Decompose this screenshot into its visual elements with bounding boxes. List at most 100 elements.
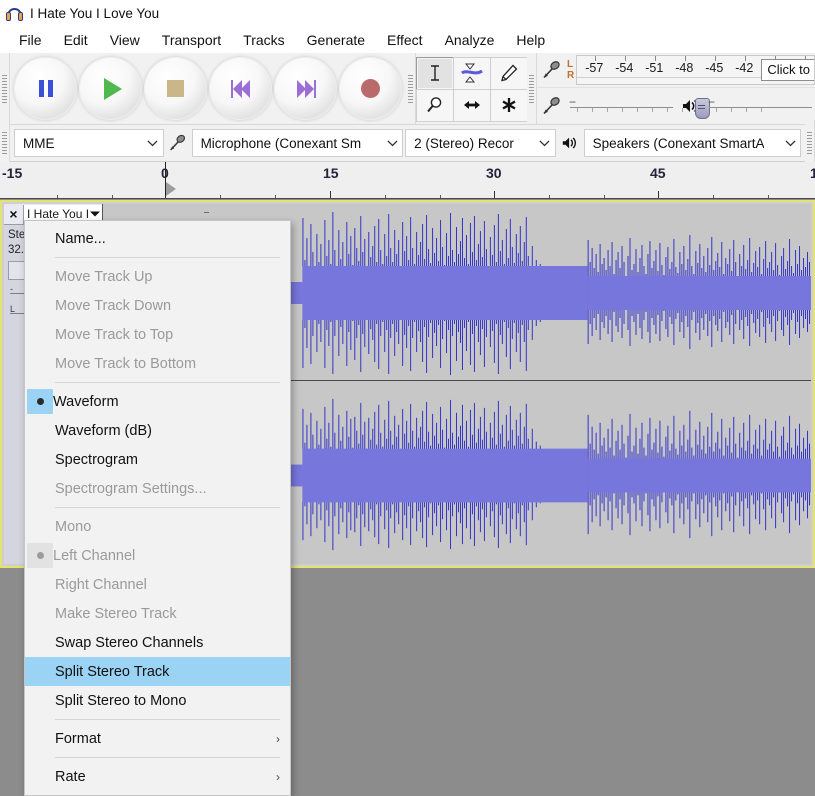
recording-meter-toolbar[interactable]: L R -57 -54 -51 -48 -45 -42 -3 Cl	[537, 53, 815, 88]
menu-item-move-track-up[interactable]: Move Track Up	[25, 262, 290, 291]
pause-button[interactable]	[14, 57, 77, 120]
playback-volume-slider[interactable]: −	[706, 95, 815, 117]
meter-scale-value: -42	[735, 61, 754, 75]
menu-marker	[25, 599, 55, 628]
menu-help[interactable]: Help	[505, 29, 556, 51]
transport-toolbar-grip[interactable]	[0, 53, 10, 124]
record-button[interactable]	[339, 57, 402, 120]
menu-item-label: Split Stereo to Mono	[55, 692, 187, 709]
close-track-button[interactable]: ×	[4, 204, 24, 224]
device-toolbar-grip-end[interactable]	[805, 120, 815, 166]
recording-volume-slider[interactable]: − +	[567, 94, 710, 119]
chevron-down-icon	[147, 139, 159, 147]
menu-item-split-stereo-track[interactable]: Split Stereo Track	[25, 657, 290, 686]
menu-item-format[interactable]: Format ›	[25, 724, 290, 753]
menu-item-label: Move Track to Bottom	[55, 355, 197, 372]
envelope-icon	[461, 63, 483, 83]
chevron-down-icon	[539, 139, 551, 147]
track-name-label: I Hate You I	[27, 207, 90, 221]
transport-toolbar	[10, 53, 406, 124]
mixer-toolbar: − + −	[537, 88, 815, 124]
meter-scale-value: -54	[615, 61, 634, 75]
play-button[interactable]	[79, 57, 142, 120]
meter-label-left: L	[567, 59, 574, 70]
menu-item-label: Make Stereo Track	[55, 605, 177, 622]
skip-to-start-icon	[230, 79, 252, 98]
menu-analyze[interactable]: Analyze	[434, 29, 506, 51]
envelope-tool-button[interactable]	[453, 56, 491, 90]
draw-tool-button[interactable]	[490, 56, 528, 90]
playback-device-value: Speakers (Conexant SmartA	[592, 135, 765, 151]
menu-item-label: Format	[55, 730, 101, 747]
skip-to-end-button[interactable]	[274, 57, 337, 120]
chevron-right-icon: ›	[276, 769, 280, 784]
chevron-down-icon	[386, 139, 398, 147]
meter-toolbar-grip[interactable]	[527, 53, 537, 124]
skip-to-start-button[interactable]	[209, 57, 272, 120]
time-shift-tool-button[interactable]	[453, 88, 491, 122]
playhead-indicator[interactable]	[166, 182, 176, 196]
track-context-menu[interactable]: Name... Move Track Up Move Track Down Mo…	[24, 220, 291, 796]
recording-channels-select[interactable]: 2 (Stereo) Recor	[405, 129, 556, 157]
menu-marker	[25, 512, 55, 541]
menu-item-label: Swap Stereo Channels	[55, 634, 204, 651]
radio-selected-icon	[36, 398, 44, 405]
menu-item-label: Spectrogram	[55, 451, 139, 468]
ruler-label: 15	[323, 165, 339, 181]
title-bar: I Hate You I Love You	[0, 0, 815, 26]
menu-item-label: Waveform (dB)	[55, 422, 152, 439]
menu-item-right-channel[interactable]: Right Channel	[25, 570, 290, 599]
multi-tool-button[interactable]	[490, 88, 528, 122]
menu-item-swap-stereo-channels[interactable]: Swap Stereo Channels	[25, 628, 290, 657]
toolbar-dock-upper: L R -57 -54 -51 -48 -45 -42 -3 Cl	[0, 53, 815, 125]
menu-edit[interactable]: Edit	[53, 29, 99, 51]
menu-item-waveform[interactable]: Waveform	[25, 387, 290, 416]
recording-device-value: Microphone (Conexant Sm	[200, 135, 362, 151]
menu-marker	[25, 657, 55, 686]
audio-host-select[interactable]: MME	[14, 129, 164, 157]
menu-marker	[25, 686, 55, 715]
recording-device-select[interactable]: Microphone (Conexant Sm	[191, 129, 404, 157]
menu-item-label: Right Channel	[55, 576, 147, 593]
menu-item-make-stereo-track[interactable]: Make Stereo Track	[25, 599, 290, 628]
recording-channels-value: 2 (Stereo) Recor	[414, 135, 514, 151]
stop-icon	[167, 80, 184, 97]
menu-item-spectrogram[interactable]: Spectrogram	[25, 445, 290, 474]
menu-generate[interactable]: Generate	[296, 29, 376, 51]
menu-item-waveform-db[interactable]: Waveform (dB)	[25, 416, 290, 445]
menu-view[interactable]: View	[99, 29, 151, 51]
device-toolbar-grip[interactable]	[0, 120, 10, 166]
menu-item-name[interactable]: Name...	[25, 224, 290, 253]
menu-item-mono[interactable]: Mono	[25, 512, 290, 541]
menu-file[interactable]: File	[8, 29, 53, 51]
audacity-headphones-icon	[6, 5, 23, 22]
meter-scale-value: -48	[675, 61, 694, 75]
menu-item-split-stereo-to-mono[interactable]: Split Stereo to Mono	[25, 686, 290, 715]
menu-item-move-track-to-top[interactable]: Move Track to Top	[25, 320, 290, 349]
menu-marker	[25, 349, 55, 378]
menu-item-left-channel[interactable]: Left Channel	[25, 541, 290, 570]
ruler-label: 45	[650, 165, 666, 181]
menu-effect[interactable]: Effect	[376, 29, 434, 51]
playback-device-icon	[556, 134, 584, 152]
menu-item-label: Move Track to Top	[55, 326, 174, 343]
radio-selected-icon	[36, 552, 44, 559]
playback-device-select[interactable]: Speakers (Conexant SmartA	[583, 129, 801, 157]
recording-meter[interactable]: -57 -54 -51 -48 -45 -42 -3 Click to	[576, 55, 815, 85]
zoom-tool-button[interactable]	[416, 88, 454, 122]
menu-transport[interactable]: Transport	[151, 29, 232, 51]
stop-button[interactable]	[144, 57, 207, 120]
menu-item-move-track-to-bottom[interactable]: Move Track to Bottom	[25, 349, 290, 378]
menu-item-spectrogram-settings[interactable]: Spectrogram Settings...	[25, 474, 290, 503]
menu-tracks[interactable]: Tracks	[232, 29, 295, 51]
record-icon	[361, 79, 380, 98]
menu-item-label: Move Track Down	[55, 297, 172, 314]
meter-tooltip: Click to	[761, 59, 815, 81]
recording-device-icon	[164, 132, 192, 154]
tools-toolbar-grip[interactable]	[406, 53, 416, 124]
timeline-ruler[interactable]: -15 0 15 30 45 1	[0, 162, 815, 199]
selection-tool-button[interactable]	[416, 56, 454, 90]
menu-marker	[25, 291, 55, 320]
menu-item-move-track-down[interactable]: Move Track Down	[25, 291, 290, 320]
menu-item-rate[interactable]: Rate ›	[25, 762, 290, 791]
